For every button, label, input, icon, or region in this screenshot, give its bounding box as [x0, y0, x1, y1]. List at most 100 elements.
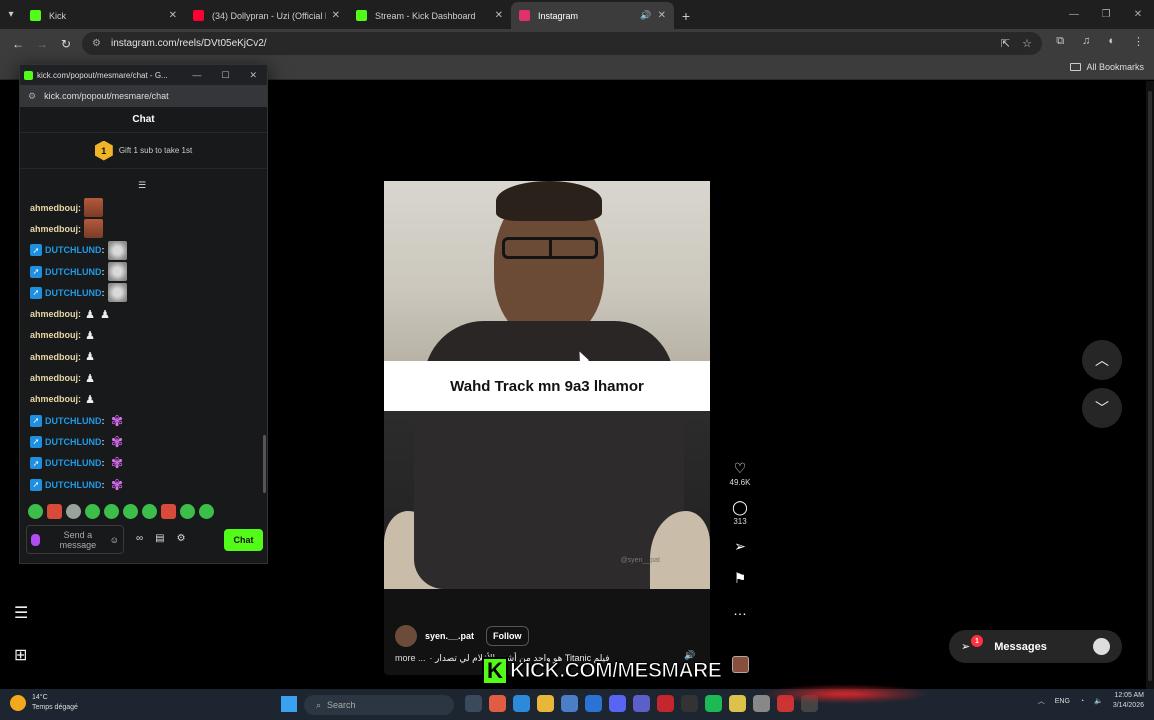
emote-button[interactable] [142, 504, 157, 519]
chat-username[interactable]: DUTCHLUND [45, 458, 102, 468]
chat-username[interactable]: DUTCHLUND [45, 480, 102, 490]
chat-emote-icon[interactable]: ♟ [84, 307, 96, 321]
maximize-icon[interactable]: ❐ [1090, 0, 1122, 28]
app-icon[interactable] [585, 695, 602, 712]
chat-username[interactable]: DUTCHLUND [45, 245, 102, 255]
emote-button[interactable] [28, 504, 43, 519]
network-icon[interactable]: ◔ [1080, 698, 1084, 705]
obs-icon[interactable] [801, 695, 818, 712]
teams-icon[interactable] [633, 695, 650, 712]
weather-icon[interactable] [10, 695, 26, 711]
app-icon[interactable] [657, 695, 674, 712]
tray-overflow-icon[interactable]: ︿ [1038, 696, 1045, 706]
chat-username[interactable]: ahmedbouj [30, 330, 78, 340]
media-controls-icon[interactable]: ♫ [1082, 35, 1090, 48]
author-avatar[interactable] [395, 625, 417, 647]
browser-tab[interactable]: (34) Dollypran - Uzi (Official Mu ✕ [185, 2, 348, 29]
app-icon[interactable] [681, 695, 698, 712]
emoji-icon[interactable]: ☺ [110, 535, 119, 545]
chat-emote-icon[interactable] [107, 262, 127, 282]
like-icon[interactable]: ♡ [734, 460, 747, 476]
chat-emote-icon[interactable]: ♟ [84, 371, 96, 385]
chat-send-button[interactable]: Chat [224, 529, 263, 551]
chat-username[interactable]: ahmedbouj [30, 352, 78, 362]
weather-widget[interactable]: 14°C Temps dégagé [32, 693, 78, 713]
tab-close-icon[interactable]: ✕ [495, 10, 503, 21]
language-indicator[interactable]: ENG [1055, 698, 1070, 705]
browser-tab[interactable]: Instagram 🔊 ✕ [511, 2, 674, 29]
chat-username[interactable]: DUTCHLUND [45, 288, 102, 298]
edge-icon[interactable] [513, 695, 530, 712]
popout-maximize-icon[interactable]: ☐ [221, 70, 229, 81]
chat-username[interactable]: ahmedbouj [30, 373, 78, 383]
previous-reel-button[interactable]: ︿ [1082, 340, 1122, 380]
emote-button[interactable] [47, 504, 62, 519]
mic-icon[interactable] [31, 533, 40, 546]
popout-site-info-icon[interactable]: ⚙ [28, 91, 36, 102]
share-icon[interactable]: ➢ [734, 538, 746, 554]
file-explorer-icon[interactable] [537, 695, 554, 712]
minimize-icon[interactable]: — [1058, 0, 1090, 28]
store-icon[interactable]: ▤ [155, 533, 164, 544]
popout-minimize-icon[interactable]: — [192, 70, 201, 81]
chat-emote-icon[interactable]: ♟ [84, 350, 96, 364]
emote-button[interactable] [161, 504, 176, 519]
pinned-message-icon[interactable]: ☰ [138, 180, 146, 191]
gift-icon[interactable]: ∞ [136, 533, 143, 544]
install-app-icon[interactable]: ⇱ [1001, 37, 1010, 50]
emote-button[interactable] [123, 504, 138, 519]
tab-close-icon[interactable]: ✕ [658, 10, 666, 21]
menu-icon[interactable]: ⋮ [1133, 35, 1144, 48]
tab-audio-icon[interactable]: 🔊 [640, 10, 651, 21]
emote-button[interactable] [180, 504, 195, 519]
chat-emote-icon[interactable] [107, 240, 127, 260]
chat-username[interactable]: ahmedbouj [30, 394, 78, 404]
settings-gear-icon[interactable]: ⚙ [177, 533, 186, 544]
clock[interactable]: 12:05 AM 3/14/2026 [1113, 691, 1144, 711]
chat-message-input[interactable]: Send a message ☺ [26, 525, 124, 554]
app-icon[interactable] [777, 695, 794, 712]
chat-username[interactable]: ahmedbouj [30, 203, 78, 213]
chat-username[interactable]: ahmedbouj [30, 224, 78, 234]
chat-emote-icon[interactable]: ✾ [108, 454, 127, 473]
tab-close-icon[interactable]: ✕ [169, 10, 177, 21]
chat-emote-icon[interactable] [84, 219, 104, 239]
next-reel-button[interactable]: ﹀ [1082, 388, 1122, 428]
emote-button[interactable] [104, 504, 119, 519]
app-icon[interactable] [753, 695, 770, 712]
volume-icon[interactable]: 🔈 [1094, 697, 1103, 705]
more-menu-icon[interactable]: ☰ [14, 603, 28, 623]
caption-more-link[interactable]: more ... [395, 653, 426, 664]
extensions-icon[interactable]: ⧉ [1056, 35, 1064, 48]
chat-scrollbar[interactable] [263, 435, 266, 493]
back-button[interactable]: ← [6, 32, 30, 56]
new-tab-button[interactable]: + [674, 2, 698, 29]
chat-emote-icon[interactable] [107, 283, 127, 303]
chat-emote-icon[interactable]: ✾ [108, 432, 127, 451]
more-options-icon[interactable]: … [733, 602, 747, 618]
chat-emote-icon[interactable]: ♟ [84, 328, 96, 342]
tab-close-icon[interactable]: ✕ [332, 10, 340, 21]
chat-emote-icon[interactable] [84, 198, 104, 218]
forward-button[interactable]: → [30, 32, 54, 56]
save-icon[interactable]: ⚑ [734, 570, 747, 586]
bookmark-star-icon[interactable]: ☆ [1022, 37, 1032, 50]
taskbar-search[interactable]: ⌕ Search [304, 695, 454, 715]
page-scrollbar[interactable] [1146, 81, 1154, 689]
chrome-icon[interactable] [729, 695, 746, 712]
emote-button[interactable] [66, 504, 81, 519]
comment-icon[interactable]: ◯ [732, 499, 748, 515]
also-from-meta-icon[interactable]: ⊞ [14, 645, 28, 665]
gift-leaderboard[interactable]: 1 Gift 1 sub to take 1st [20, 133, 267, 169]
address-bar[interactable]: ⚙ instagram.com/reels/DVt05eKjCv2/ ⇱ ☆ [82, 32, 1042, 55]
chat-username[interactable]: DUTCHLUND [45, 416, 102, 426]
author-username[interactable]: syen.__.pat [425, 631, 474, 641]
all-bookmarks-button[interactable]: All Bookmarks [1070, 62, 1144, 72]
spotify-icon[interactable] [705, 695, 722, 712]
browser-tab[interactable]: Stream - Kick Dashboard ✕ [348, 2, 511, 29]
chat-emote-icon[interactable]: ♟ [99, 307, 111, 321]
browser-tab[interactable]: Kick ✕ [22, 2, 185, 29]
chat-emote-icon[interactable]: ✾ [108, 475, 127, 494]
chat-emote-icon[interactable]: ✾ [108, 411, 127, 430]
start-button[interactable] [281, 696, 297, 712]
